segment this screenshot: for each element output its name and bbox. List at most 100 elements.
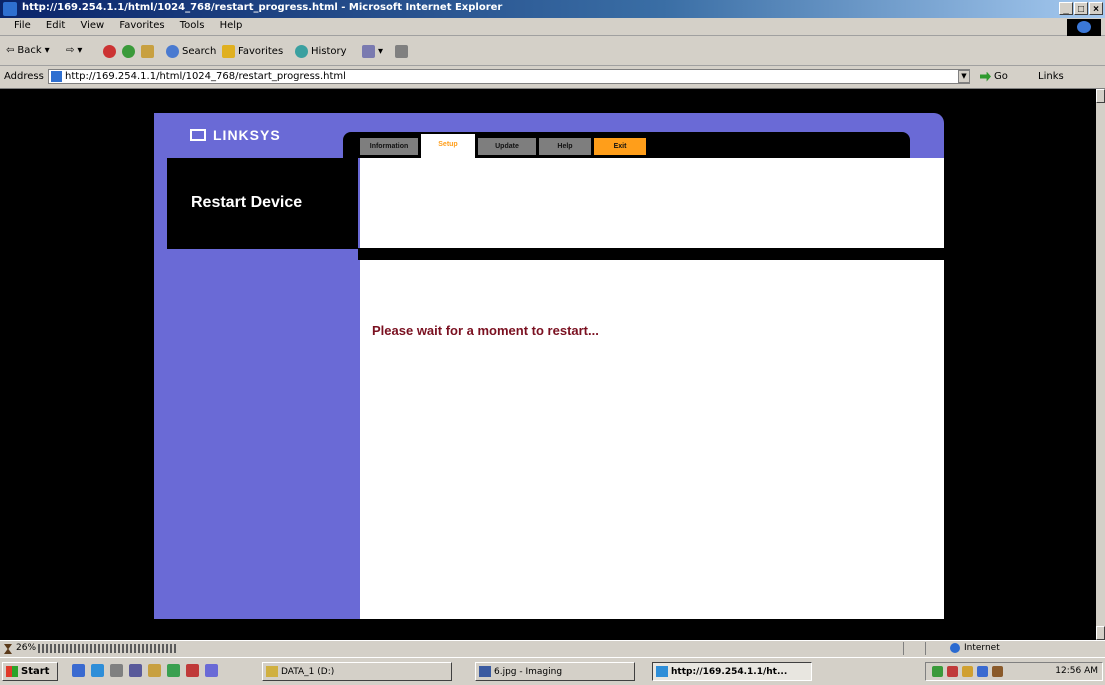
app-icon[interactable]: [167, 664, 180, 677]
folder-icon: [266, 666, 278, 677]
globe-icon: [950, 643, 960, 653]
minimize-button[interactable]: _: [1059, 2, 1073, 15]
menu-view[interactable]: View: [74, 18, 110, 33]
menu-tools[interactable]: Tools: [174, 18, 211, 33]
tray-icon[interactable]: [992, 666, 1003, 677]
mail-icon[interactable]: [129, 664, 142, 677]
brand-name: LINKSYS: [213, 127, 281, 143]
clock: 12:56 AM: [1055, 666, 1098, 676]
taskbar-button-drive[interactable]: DATA_1 (D:): [262, 662, 452, 681]
dropdown-icon: ▾: [378, 46, 384, 57]
main-area: Please wait for a moment to restart...: [360, 260, 944, 619]
app-icon[interactable]: [205, 664, 218, 677]
page-icon: [51, 71, 62, 82]
imaging-icon: [479, 666, 491, 677]
status-bar: 26% Internet: [0, 640, 1105, 657]
restart-message: Please wait for a moment to restart...: [372, 323, 599, 338]
address-bar: Address http://169.254.1.1/html/1024_768…: [0, 66, 1105, 89]
tab-update[interactable]: Update: [478, 138, 536, 155]
section-header: Restart Device: [167, 158, 358, 249]
page-content: LINKSYS Information Setup Update Help Ex…: [0, 89, 1096, 640]
security-zone: Internet: [950, 643, 1000, 653]
go-button[interactable]: Go: [980, 71, 1008, 82]
internet-explorer-icon: [656, 666, 668, 677]
history-button[interactable]: History: [295, 45, 347, 58]
stop-button[interactable]: [103, 45, 116, 58]
search-button[interactable]: Search: [166, 45, 216, 58]
stop-icon: [103, 45, 116, 58]
vertical-scrollbar[interactable]: [1096, 89, 1105, 640]
menu-edit[interactable]: Edit: [40, 18, 71, 33]
network-icon[interactable]: [977, 666, 988, 677]
go-arrow-icon: [980, 71, 991, 82]
tray-icon[interactable]: [947, 666, 958, 677]
windows-logo-icon: [1067, 19, 1101, 36]
window-controls: _ □ ×: [1059, 2, 1103, 15]
app-icon[interactable]: [186, 664, 199, 677]
show-desktop-icon[interactable]: [72, 664, 85, 677]
menu-bar: File Edit View Favorites Tools Help: [0, 18, 1105, 36]
forward-button[interactable]: ⇨ ▾: [66, 45, 82, 56]
status-divider: [925, 642, 926, 655]
search-icon: [166, 45, 179, 58]
dropdown-icon: ▾: [77, 45, 83, 56]
section-divider: [358, 248, 944, 260]
history-icon: [295, 45, 308, 58]
home-icon: [141, 45, 154, 58]
mail-icon: [362, 45, 375, 58]
start-button[interactable]: Start: [2, 662, 58, 681]
back-button[interactable]: ⇦ Back ▾: [6, 45, 50, 56]
dropdown-icon: ▾: [44, 45, 50, 56]
close-button[interactable]: ×: [1089, 2, 1103, 15]
progress-bar: [38, 644, 178, 653]
print-button[interactable]: [395, 45, 408, 58]
linksys-logo-icon: [190, 129, 206, 141]
maximize-button[interactable]: □: [1074, 2, 1088, 15]
address-url: http://169.254.1.1/html/1024_768/restart…: [65, 71, 346, 82]
tab-help[interactable]: Help: [539, 138, 591, 155]
page-title: Restart Device: [191, 194, 303, 211]
favorites-button[interactable]: Favorites: [222, 45, 283, 58]
address-dropdown-button[interactable]: ▼: [958, 70, 970, 83]
tab-setup[interactable]: Setup: [421, 134, 475, 158]
refresh-icon: [122, 45, 135, 58]
nav-tabs: Information Setup Update Help Exit: [343, 132, 910, 158]
browser-toolbar: ⇦ Back ▾ ⇨ ▾ Search Favorites History ▾: [0, 36, 1105, 66]
scroll-up-button[interactable]: [1096, 89, 1105, 103]
ie-icon: [3, 2, 17, 16]
taskbar-button-browser[interactable]: http://169.254.1.1/ht...: [652, 662, 812, 681]
linksys-logo: LINKSYS: [190, 127, 281, 143]
favorites-icon: [222, 45, 235, 58]
forward-arrow-icon: ⇨: [66, 45, 75, 56]
refresh-button[interactable]: [122, 45, 135, 58]
menu-favorites[interactable]: Favorites: [113, 18, 170, 33]
header-white-area: [360, 158, 944, 248]
progress-text: 26%: [16, 643, 37, 653]
zone-label: Internet: [964, 643, 1000, 653]
menu-help[interactable]: Help: [214, 18, 249, 33]
explorer-icon[interactable]: [110, 664, 123, 677]
taskbar-button-imaging[interactable]: 6.jpg - Imaging: [475, 662, 635, 681]
taskbar: Start DATA_1 (D:) 6.jpg - Imaging http:/…: [0, 657, 1105, 685]
hourglass-icon: [4, 644, 12, 654]
status-divider: [903, 642, 904, 655]
scroll-down-button[interactable]: [1096, 626, 1105, 640]
window-title-bar: http://169.254.1.1/html/1024_768/restart…: [0, 0, 1105, 18]
app-icon[interactable]: [148, 664, 161, 677]
tab-information[interactable]: Information: [360, 138, 418, 155]
window-title: http://169.254.1.1/html/1024_768/restart…: [22, 2, 503, 13]
address-input[interactable]: http://169.254.1.1/html/1024_768/restart…: [48, 69, 970, 84]
mail-button[interactable]: ▾: [362, 45, 383, 58]
quick-launch: [72, 664, 218, 677]
links-button[interactable]: Links: [1038, 71, 1064, 82]
menu-file[interactable]: File: [8, 18, 37, 33]
internet-explorer-icon[interactable]: [91, 664, 104, 677]
back-arrow-icon: ⇦: [6, 45, 15, 56]
print-icon: [395, 45, 408, 58]
windows-flag-icon: [6, 666, 18, 677]
tray-icon[interactable]: [962, 666, 973, 677]
tray-icon[interactable]: [932, 666, 943, 677]
home-button[interactable]: [141, 45, 154, 58]
tab-exit[interactable]: Exit: [594, 138, 646, 155]
address-label: Address: [4, 71, 44, 82]
